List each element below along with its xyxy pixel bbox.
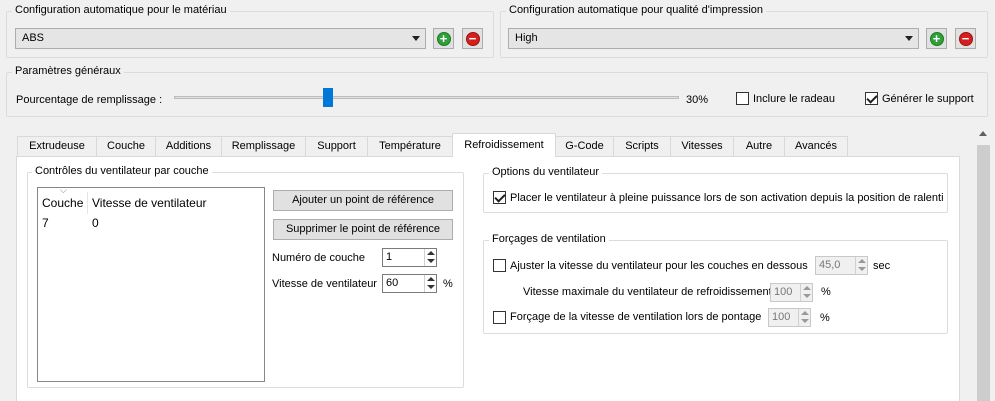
- tab-autre[interactable]: Autre: [733, 136, 785, 156]
- list-item-fan-speed[interactable]: 0: [92, 216, 99, 230]
- spin-arrows-icon[interactable]: [424, 275, 436, 292]
- vertical-scrollbar[interactable]: [975, 125, 992, 401]
- adjust-fan-checkbox[interactable]: [493, 259, 506, 272]
- spin-arrows-icon[interactable]: [798, 309, 810, 326]
- full-speed-checkbox[interactable]: [493, 191, 506, 204]
- tab-scripts[interactable]: Scripts: [613, 136, 671, 156]
- bridge-fan-unit: %: [820, 312, 830, 324]
- raft-checkbox[interactable]: [736, 92, 749, 105]
- infill-label: Pourcentage de remplissage :: [16, 94, 163, 106]
- quality-select[interactable]: High: [508, 28, 919, 49]
- max-fan-speed-value: 100: [774, 286, 793, 298]
- add-quality-button[interactable]: +: [926, 28, 947, 49]
- remove-reference-point-button[interactable]: Supprimer le point de référence: [273, 219, 453, 240]
- infill-slider-track[interactable]: [174, 96, 679, 99]
- raft-label: Inclure le radeau: [753, 93, 835, 105]
- material-select-value: ABS: [22, 32, 45, 44]
- add-reference-point-button[interactable]: Ajouter un point de référence: [273, 190, 453, 211]
- fan-controls-title: Contrôles du ventilateur par couche: [32, 165, 212, 177]
- chevron-down-icon: [412, 36, 420, 41]
- max-fan-speed-label: Vitesse maximale du ventilateur de refro…: [523, 286, 772, 298]
- tab-extrudeuse[interactable]: Extrudeuse: [17, 136, 97, 156]
- remove-material-button[interactable]: −: [462, 28, 483, 49]
- list-item-layer[interactable]: 7: [42, 216, 49, 230]
- spin-arrows-icon[interactable]: [800, 284, 812, 301]
- fan-points-list[interactable]: ⌵ Couche Vitesse de ventilateur 7 0: [37, 185, 265, 382]
- max-fan-speed-stepper[interactable]: 100: [770, 283, 813, 302]
- tab-remplissage[interactable]: Remplissage: [221, 136, 306, 156]
- quality-select-value: High: [515, 32, 538, 44]
- support-label: Générer le support: [882, 93, 974, 105]
- tab-temperature[interactable]: Température: [367, 136, 453, 156]
- scroll-up-arrow-icon[interactable]: [979, 131, 987, 136]
- general-settings-title: Paramètres généraux: [12, 65, 124, 77]
- bridge-fan-value: 100: [772, 311, 791, 323]
- adjust-fan-label: Ajuster la vitesse du ventilateur pour l…: [510, 260, 808, 272]
- spin-arrows-icon[interactable]: [855, 257, 867, 274]
- layer-number-stepper[interactable]: 1: [382, 248, 437, 267]
- column-header-layer[interactable]: Couche: [42, 196, 83, 210]
- fan-speed-label: Vitesse de ventilateur: [272, 278, 377, 290]
- plus-icon: +: [929, 31, 944, 46]
- spin-arrows-icon[interactable]: [424, 249, 436, 266]
- infill-value: 30%: [686, 94, 709, 106]
- tab-refroidissement[interactable]: Refroidissement: [452, 133, 556, 157]
- material-config-title: Configuration automatique pour le matéri…: [12, 4, 230, 16]
- tab-gcode[interactable]: G-Code: [555, 136, 614, 156]
- adjust-fan-unit: sec: [873, 260, 891, 272]
- bridge-fan-label: Forçage de la vitesse de ventilation lor…: [510, 311, 762, 323]
- bridge-fan-checkbox[interactable]: [493, 311, 506, 324]
- minus-icon: −: [958, 31, 973, 46]
- fan-options-title: Options du ventilateur: [489, 166, 603, 178]
- fan-speed-unit: %: [443, 278, 453, 290]
- scrollbar-thumb[interactable]: [977, 145, 990, 401]
- plus-icon: +: [436, 31, 451, 46]
- cooling-overrides-title: Forçages de ventilation: [489, 233, 609, 245]
- support-checkbox[interactable]: [865, 92, 878, 105]
- layer-number-label: Numéro de couche: [272, 252, 365, 264]
- bridge-fan-stepper[interactable]: 100: [768, 308, 811, 327]
- material-select[interactable]: ABS: [15, 28, 426, 49]
- tab-avances[interactable]: Avancés: [784, 136, 848, 156]
- column-divider: [87, 192, 88, 214]
- quality-config-title: Configuration automatique pour qualité d…: [506, 4, 767, 16]
- tab-support[interactable]: Support: [305, 136, 368, 156]
- sort-arrow-icon: ⌵: [60, 185, 67, 195]
- chevron-down-icon: [905, 36, 913, 41]
- full-speed-label: Placer le ventilateur à pleine puissance…: [510, 192, 944, 204]
- tab-vitesses[interactable]: Vitesses: [670, 136, 734, 156]
- max-fan-speed-unit: %: [821, 286, 831, 298]
- adjust-fan-stepper[interactable]: 45,0: [815, 256, 868, 275]
- fan-speed-stepper[interactable]: 60: [382, 274, 437, 293]
- infill-slider-thumb[interactable]: [323, 88, 333, 107]
- tab-couche[interactable]: Couche: [96, 136, 156, 156]
- layer-number-value: 1: [386, 251, 393, 263]
- fan-speed-value: 60: [386, 277, 399, 289]
- add-material-button[interactable]: +: [433, 28, 454, 49]
- adjust-fan-value: 45,0: [819, 259, 841, 271]
- remove-quality-button[interactable]: −: [955, 28, 976, 49]
- column-header-fan-speed[interactable]: Vitesse de ventilateur: [92, 196, 207, 210]
- tab-additions[interactable]: Additions: [155, 136, 222, 156]
- minus-icon: −: [465, 31, 480, 46]
